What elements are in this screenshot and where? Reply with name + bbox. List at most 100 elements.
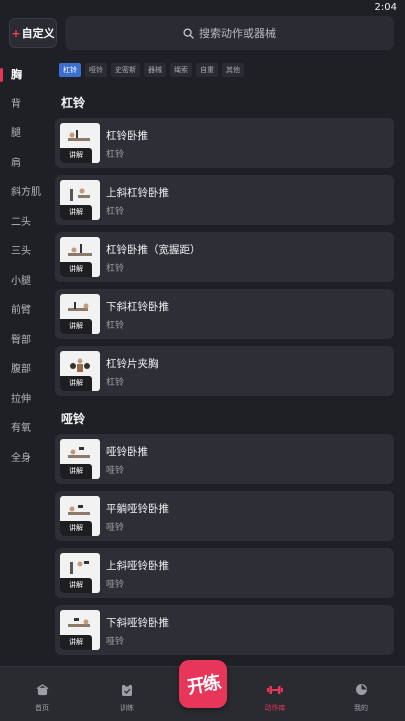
search-input[interactable]: 搜索动作或器械 <box>65 16 394 50</box>
home-icon <box>36 684 48 696</box>
exercise-card[interactable]: 讲解 哑铃卧推 哑铃 <box>55 434 394 484</box>
exercise-equipment: 杠铃 <box>106 378 125 388</box>
exercise-card[interactable]: 讲解 平躺哑铃卧推 哑铃 <box>55 491 394 541</box>
exercise-card[interactable]: 讲解 上斜杠铃卧推 杠铃 <box>55 175 394 225</box>
exercise-equipment: 杠铃 <box>106 207 125 217</box>
sidebar-item-abs[interactable]: 腹部 <box>0 355 48 385</box>
exercise-card[interactable]: 讲解 下斜杠铃卧推 杠铃 <box>55 289 394 339</box>
profile-icon <box>355 684 367 695</box>
exercise-figure-icon <box>68 130 90 141</box>
exercise-equipment: 杠铃 <box>106 264 125 274</box>
tab-mine-label: 我的 <box>354 704 368 712</box>
filter-chip-smith[interactable]: 史密斯 <box>111 63 140 77</box>
exercise-card[interactable]: 讲解 杠铃卧推 杠铃 <box>55 118 394 168</box>
start-training-logo-button[interactable]: 开练 <box>179 660 227 708</box>
filter-chip-cable[interactable]: 绳索 <box>170 63 192 77</box>
exercise-name: 下斜杠铃卧推 <box>106 301 169 313</box>
explain-badge[interactable]: 讲解 <box>60 635 92 650</box>
exercise-thumbnail: 讲解 <box>60 610 100 650</box>
plus-icon: + <box>11 26 21 40</box>
custom-button-label: 自定义 <box>21 27 55 40</box>
exercise-card[interactable]: 讲解 上斜哑铃卧推 哑铃 <box>55 548 394 598</box>
exercise-thumbnail: 讲解 <box>60 294 100 334</box>
explain-badge[interactable]: 讲解 <box>60 464 92 479</box>
custom-button[interactable]: + 自定义 <box>9 18 57 48</box>
sidebar-item-biceps[interactable]: 二头 <box>0 208 48 238</box>
explain-badge[interactable]: 讲解 <box>60 578 92 593</box>
exercise-equipment: 哑铃 <box>106 637 125 647</box>
tab-mine[interactable]: 我的 <box>341 681 381 713</box>
exercise-card[interactable]: 讲解 杠铃片夹胸 杠铃 <box>55 346 394 396</box>
filter-chip-dumbbell[interactable]: 哑铃 <box>85 63 107 77</box>
equipment-filter-bar: 杠铃 哑铃 史密斯 器械 绳索 自重 其他 <box>59 63 248 77</box>
exercise-card[interactable]: 讲解 下斜哑铃卧推 哑铃 <box>55 605 394 655</box>
exercise-figure-icon <box>68 244 92 256</box>
exercise-list: 杠铃 讲解 杠铃卧推 杠铃 讲解 上斜杠铃卧推 杠铃 讲解 杠铃卧推（宽握距） … <box>55 88 394 662</box>
exercise-name: 哑铃卧推 <box>106 446 148 458</box>
exercise-name: 下斜哑铃卧推 <box>106 617 169 629</box>
exercise-equipment: 杠铃 <box>106 321 125 331</box>
exercise-thumbnail: 讲解 <box>60 351 100 391</box>
tab-library-label: 动作库 <box>264 704 286 712</box>
filter-chip-barbell[interactable]: 杠铃 <box>59 63 81 77</box>
sidebar-item-fullbody[interactable]: 全身 <box>0 444 48 474</box>
tab-home[interactable]: 首页 <box>22 681 62 713</box>
filter-chip-bodyweight[interactable]: 自重 <box>196 63 218 77</box>
exercise-figure-icon <box>68 302 89 311</box>
sidebar-item-back[interactable]: 背 <box>0 90 48 120</box>
exercise-figure-icon <box>68 447 90 458</box>
exercise-name: 平躺哑铃卧推 <box>106 503 169 515</box>
explain-badge[interactable]: 讲解 <box>60 148 92 163</box>
sidebar-item-calves[interactable]: 小腿 <box>0 267 48 297</box>
sidebar-item-trapezius[interactable]: 斜方肌 <box>0 178 48 208</box>
exercise-name: 上斜杠铃卧推 <box>106 187 169 199</box>
sidebar-item-legs[interactable]: 腿 <box>0 119 48 149</box>
sidebar-item-cardio[interactable]: 有氧 <box>0 414 48 444</box>
exercise-thumbnail: 讲解 <box>60 237 100 277</box>
sidebar-item-triceps[interactable]: 三头 <box>0 237 48 267</box>
dumbbell-icon <box>267 686 283 694</box>
explain-badge[interactable]: 讲解 <box>60 319 92 334</box>
top-bar: + 自定义 搜索动作或器械 <box>0 16 405 50</box>
exercise-figure-icon <box>70 561 89 574</box>
exercise-thumbnail: 讲解 <box>60 123 100 163</box>
exercise-equipment: 哑铃 <box>106 523 125 533</box>
sidebar-item-chest[interactable]: 胸 <box>0 60 48 90</box>
filter-chip-machine[interactable]: 器械 <box>144 63 166 77</box>
tab-train[interactable]: 训练 <box>107 681 147 713</box>
explain-badge[interactable]: 讲解 <box>60 205 92 220</box>
clipboard-icon <box>122 683 132 696</box>
sidebar-item-glutes[interactable]: 臀部 <box>0 326 48 356</box>
tab-library[interactable]: 动作库 <box>255 681 295 713</box>
sidebar-item-stretch[interactable]: 拉伸 <box>0 385 48 415</box>
tab-train-label: 训练 <box>120 704 134 712</box>
explain-badge[interactable]: 讲解 <box>60 376 92 391</box>
status-time: 2:04 <box>374 2 397 13</box>
exercise-thumbnail: 讲解 <box>60 496 100 536</box>
exercise-thumbnail: 讲解 <box>60 553 100 593</box>
sidebar-item-forearms[interactable]: 前臂 <box>0 296 48 326</box>
exercise-figure-icon <box>68 618 90 627</box>
exercise-thumbnail: 讲解 <box>60 439 100 479</box>
filter-chip-other[interactable]: 其他 <box>222 63 244 77</box>
explain-badge[interactable]: 讲解 <box>60 521 92 536</box>
exercise-card[interactable]: 讲解 杠铃卧推（宽握距） 杠铃 <box>55 232 394 282</box>
search-placeholder: 搜索动作或器械 <box>199 27 276 40</box>
logo-text: 开练 <box>185 672 221 699</box>
search-icon <box>183 27 194 39</box>
exercise-thumbnail: 讲解 <box>60 180 100 220</box>
muscle-sidebar: 胸 背 腿 肩 斜方肌 二头 三头 小腿 前臂 臀部 腹部 拉伸 有氧 全身 <box>0 60 48 473</box>
exercise-equipment: 哑铃 <box>106 466 125 476</box>
explain-badge[interactable]: 讲解 <box>60 262 92 277</box>
exercise-figure-icon <box>68 505 90 515</box>
tab-home-label: 首页 <box>35 704 49 712</box>
exercise-figure-icon <box>70 188 90 201</box>
exercise-figure-icon <box>70 358 90 372</box>
section-title-barbell: 杠铃 <box>61 96 86 110</box>
exercise-name: 杠铃卧推 <box>106 130 148 142</box>
exercise-name: 杠铃卧推（宽握距） <box>106 244 201 256</box>
sidebar-item-shoulders[interactable]: 肩 <box>0 149 48 179</box>
exercise-equipment: 杠铃 <box>106 150 125 160</box>
exercise-name: 杠铃片夹胸 <box>106 358 159 370</box>
exercise-equipment: 哑铃 <box>106 580 125 590</box>
